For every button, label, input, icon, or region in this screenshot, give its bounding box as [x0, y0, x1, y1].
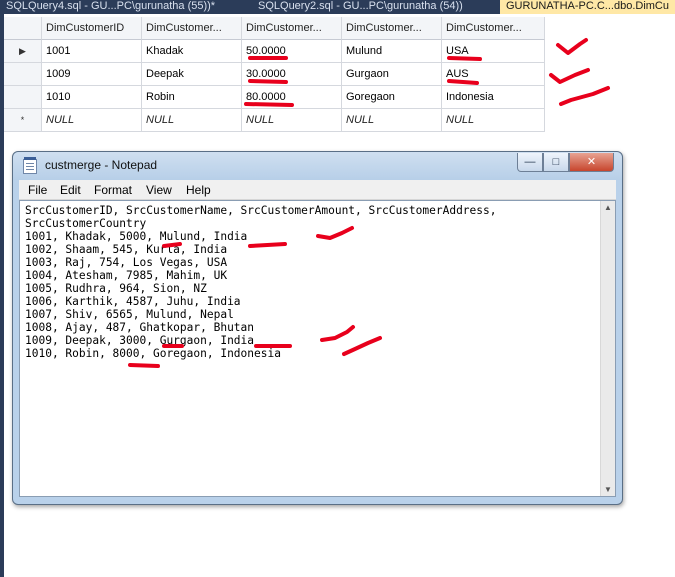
text-line: 1009, Deepak, 3000, Gurgaon, India	[25, 334, 255, 347]
grid-cell[interactable]: 80.0000	[242, 86, 342, 109]
column-header-customer-country[interactable]: DimCustomer...	[442, 17, 545, 40]
grid-cell[interactable]: Khadak	[142, 40, 242, 63]
annotation-checkmark	[559, 86, 610, 106]
column-header-customer-name[interactable]: DimCustomer...	[142, 17, 242, 40]
tab-sqlquery4[interactable]: SQLQuery4.sql - GU...PC\gurunatha (55))*	[6, 0, 250, 14]
row-selector[interactable]: *	[4, 109, 42, 132]
vertical-scrollbar[interactable]: ▲ ▼	[600, 201, 615, 496]
grid-cell[interactable]: 1009	[42, 63, 142, 86]
tab-dimcustomer-table[interactable]: GURUNATHA-PC.C...dbo.DimCu	[500, 0, 675, 14]
column-header-customer-amount[interactable]: DimCustomer...	[242, 17, 342, 40]
grid-cell[interactable]: 50.0000	[242, 40, 342, 63]
tab-sqlquery2[interactable]: SQLQuery2.sql - GU...PC\gurunatha (54))	[258, 0, 498, 14]
menu-bar: File Edit Format View Help	[19, 180, 616, 200]
menu-format[interactable]: Format	[94, 183, 132, 197]
row-selector[interactable]: ▶	[4, 40, 42, 63]
column-header-dimcustomerid[interactable]: DimCustomerID	[42, 17, 142, 40]
grid-cell[interactable]: Deepak	[142, 63, 242, 86]
text-line: 1003, Raj, 754, Los Vegas, USA	[25, 256, 228, 269]
text-line: 1008, Ajay, 487, Ghatkopar, Bhutan	[25, 321, 255, 334]
grid-cell[interactable]: Robin	[142, 86, 242, 109]
menu-view[interactable]: View	[146, 183, 172, 197]
text-line: 1007, Shiv, 6565, Mulund, Nepal	[25, 308, 234, 321]
close-button[interactable]: ✕	[569, 153, 614, 172]
notepad-titlebar[interactable]: custmerge - Notepad — □ ✕	[13, 152, 622, 180]
grid-cell[interactable]: USA	[442, 40, 545, 63]
annotation-checkmark	[549, 68, 590, 84]
row-selector[interactable]	[4, 63, 42, 86]
grid-cell[interactable]: Indonesia	[442, 86, 545, 109]
grid-cell[interactable]: Goregaon	[342, 86, 442, 109]
menu-edit[interactable]: Edit	[60, 183, 81, 197]
minimize-button[interactable]: —	[517, 153, 543, 172]
document-tab-strip: SQLQuery4.sql - GU...PC\gurunatha (55))*…	[0, 0, 675, 14]
grid-corner-cell[interactable]	[4, 17, 42, 40]
grid-cell[interactable]: 1010	[42, 86, 142, 109]
text-line: 1005, Rudhra, 964, Sion, NZ	[25, 282, 207, 295]
grid-cell[interactable]: 30.0000	[242, 63, 342, 86]
grid-cell[interactable]: Mulund	[342, 40, 442, 63]
menu-file[interactable]: File	[28, 183, 47, 197]
maximize-button[interactable]: □	[543, 153, 569, 172]
scroll-up-arrow-icon[interactable]: ▲	[604, 203, 612, 212]
text-editor[interactable]: SrcCustomerID, SrcCustomerName, SrcCusto…	[19, 200, 616, 497]
notepad-window: custmerge - Notepad — □ ✕ File Edit Form…	[12, 151, 623, 505]
text-line: 1002, Shaam, 545, Kurla, India	[25, 243, 228, 256]
grid-cell[interactable]: NULL	[242, 109, 342, 132]
grid-cell[interactable]: NULL	[442, 109, 545, 132]
table-row[interactable]: 1009 Deepak 30.0000 Gurgaon AUS	[4, 63, 545, 86]
notepad-icon	[23, 157, 37, 174]
text-line: 1010, Robin, 8000, Goregaon, Indonesia	[25, 347, 281, 360]
annotation-checkmark	[556, 38, 588, 55]
menu-help[interactable]: Help	[186, 183, 211, 197]
grid-cell[interactable]: Gurgaon	[342, 63, 442, 86]
text-line: 1006, Karthik, 4587, Juhu, India	[25, 295, 241, 308]
grid-cell[interactable]: AUS	[442, 63, 545, 86]
grid-cell[interactable]: NULL	[342, 109, 442, 132]
text-line: 1004, Atesham, 7985, Mahim, UK	[25, 269, 228, 282]
text-line: 1001, Khadak, 5000, Mulund, India	[25, 230, 248, 243]
editor-text[interactable]: SrcCustomerID, SrcCustomerName, SrcCusto…	[25, 204, 600, 360]
table-row[interactable]: ▶ 1001 Khadak 50.0000 Mulund USA	[4, 40, 545, 63]
text-line: SrcCustomerID, SrcCustomerName, SrcCusto…	[25, 204, 497, 217]
text-line: SrcCustomerCountry	[25, 217, 147, 230]
grid-cell[interactable]: NULL	[142, 109, 242, 132]
grid-cell[interactable]: NULL	[42, 109, 142, 132]
scroll-down-arrow-icon[interactable]: ▼	[604, 485, 612, 494]
table-row[interactable]: 1010 Robin 80.0000 Goregaon Indonesia	[4, 86, 545, 109]
grid-header-row: DimCustomerID DimCustomer... DimCustomer…	[4, 17, 545, 40]
grid-cell[interactable]: 1001	[42, 40, 142, 63]
window-title: custmerge - Notepad	[45, 158, 158, 172]
column-header-customer-address[interactable]: DimCustomer...	[342, 17, 442, 40]
new-row[interactable]: * NULL NULL NULL NULL NULL	[4, 109, 545, 132]
row-selector[interactable]	[4, 86, 42, 109]
